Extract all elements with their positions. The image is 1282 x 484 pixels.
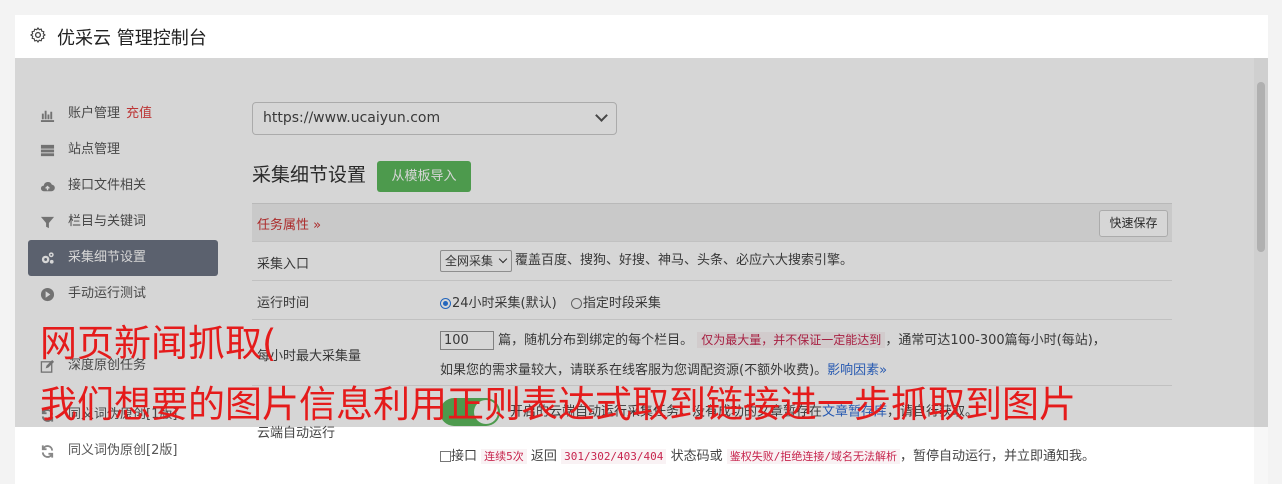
quick-save-button[interactable]: 快速保存 bbox=[1099, 210, 1168, 237]
sidebar-item-manual-run[interactable]: 手动运行测试 bbox=[28, 276, 218, 312]
code-tag: 301/302/403/404 bbox=[561, 449, 667, 464]
row-label: 采集入口 bbox=[257, 257, 310, 272]
sidebar-item-sites[interactable]: 站点管理 bbox=[28, 132, 218, 168]
task-attr-header: 任务属性 » 快速保存 bbox=[252, 203, 1172, 241]
pause-text: 返回 bbox=[530, 449, 557, 464]
server-icon bbox=[40, 144, 55, 157]
sidebar-item-synonym-v2[interactable]: 同义词伪原创[2版] bbox=[28, 433, 218, 469]
row-max: 每小时最大采集量 100 篇，随机分布到绑定的每个栏目。 仅为最大量，并不保证一… bbox=[252, 319, 1172, 385]
pause-checkbox[interactable] bbox=[440, 451, 451, 462]
gear-icon bbox=[30, 27, 46, 43]
top-bar: 优采云 管理控制台 bbox=[15, 15, 1268, 59]
sidebar-item-label: 站点管理 bbox=[68, 142, 121, 157]
sidebar-item-label: 同义词伪原创[2版] bbox=[68, 443, 178, 458]
radio-24h-label: 24小时采集(默认) bbox=[452, 296, 557, 311]
row-value: 100 篇，随机分布到绑定的每个栏目。 仅为最大量，并不保证一定能达到 ，通常可达… bbox=[440, 329, 1106, 350]
settings-table: 任务属性 » 快速保存 采集入口 全网采集 覆盖百度、搜狗、好搜、神马、头条、必应… bbox=[252, 203, 1172, 473]
pause-text: 接口 bbox=[451, 449, 478, 464]
import-template-button[interactable]: 从模板导入 bbox=[377, 161, 471, 192]
scrollbar[interactable] bbox=[1254, 58, 1268, 484]
sidebar-item-label: 手动运行测试 bbox=[68, 286, 147, 301]
play-circle-icon bbox=[40, 287, 55, 302]
chevron-down-icon bbox=[595, 109, 608, 122]
sidebar-item-interface-files[interactable]: 接口文件相关 bbox=[28, 168, 218, 204]
max-desc1: 篇，随机分布到绑定的每个栏目。 bbox=[498, 333, 694, 348]
filter-icon bbox=[40, 216, 55, 229]
recharge-link[interactable]: 充值 bbox=[126, 106, 152, 121]
cogs-icon bbox=[41, 252, 54, 264]
max-warning: 仅为最大量，并不保证一定能达到 bbox=[697, 332, 886, 348]
row-time: 运行时间 24小时采集(默认) 指定时段采集 bbox=[252, 280, 1172, 319]
sidebar-item-collect-settings[interactable]: 采集细节设置 bbox=[28, 240, 218, 276]
max-input[interactable]: 100 bbox=[440, 331, 494, 350]
caption-line-2: 我们想要的图片信息利用正则表达式取到链接进一步抓取到图片 bbox=[40, 383, 1076, 426]
max-desc2: ，通常可达100-300篇每小时(每站)， bbox=[885, 333, 1106, 348]
sidebar-item-label: 接口文件相关 bbox=[68, 178, 147, 193]
task-attr-toggle[interactable]: 任务属性 » bbox=[257, 214, 321, 233]
sidebar-item-label: 栏目与关键词 bbox=[68, 214, 147, 229]
radio-24h[interactable] bbox=[440, 298, 451, 309]
entry-select-value: 全网采集 bbox=[445, 253, 494, 268]
radio-period-label: 指定时段采集 bbox=[582, 296, 661, 311]
max-desc3: 如果您的需求量较大，请联系在线客服为您调配资源(不额外收费)。 bbox=[440, 363, 828, 378]
section-title: 采集细节设置 bbox=[252, 164, 367, 186]
page-title: 优采云 管理控制台 bbox=[57, 28, 207, 49]
bar-chart-icon bbox=[40, 110, 55, 122]
row-entry: 采集入口 全网采集 覆盖百度、搜狗、好搜、神马、头条、必应六大搜索引擎。 bbox=[252, 241, 1172, 280]
cloud-upload-icon bbox=[40, 182, 55, 192]
code-tag: 鉴权失败/拒绝连接/域名无法解析 bbox=[726, 449, 900, 464]
pause-text: 状态码或 bbox=[670, 449, 723, 464]
row-label: 运行时间 bbox=[257, 296, 310, 311]
sidebar-item-label: 采集细节设置 bbox=[68, 250, 147, 265]
row-value: 全网采集 覆盖百度、搜狗、好搜、神马、头条、必应六大搜索引擎。 bbox=[440, 249, 853, 272]
site-select-value: https://www.ucaiyun.com bbox=[263, 110, 441, 126]
row-value-2: 接口 连续5次 返回 301/302/403/404 状态码或 鉴权失败/拒绝连… bbox=[440, 445, 1095, 464]
radio-period[interactable] bbox=[570, 298, 582, 309]
row-value-2: 如果您的需求量较大，请联系在线客服为您调配资源(不额外收费)。影响因素» bbox=[440, 359, 887, 378]
pause-text: ，暂停自动运行，并立即通知我。 bbox=[899, 449, 1095, 464]
site-select[interactable]: https://www.ucaiyun.com bbox=[252, 102, 617, 135]
sidebar-item-account[interactable]: 账户管理 充值 bbox=[28, 96, 218, 132]
scrollbar-thumb[interactable] bbox=[1257, 82, 1265, 252]
caption-line-1: 网页新闻抓取( bbox=[40, 322, 277, 365]
row-value: 24小时采集(默认) 指定时段采集 bbox=[440, 292, 661, 311]
entry-select[interactable]: 全网采集 bbox=[440, 249, 513, 272]
sidebar-item-columns-keywords[interactable]: 栏目与关键词 bbox=[28, 204, 218, 240]
entry-desc: 覆盖百度、搜狗、好搜、神马、头条、必应六大搜索引擎。 bbox=[515, 253, 854, 268]
refresh-icon bbox=[41, 445, 54, 458]
factors-link[interactable]: 影响因素» bbox=[827, 363, 887, 378]
sidebar-item-label: 账户管理 bbox=[68, 106, 121, 121]
code-tag: 连续5次 bbox=[481, 449, 527, 464]
